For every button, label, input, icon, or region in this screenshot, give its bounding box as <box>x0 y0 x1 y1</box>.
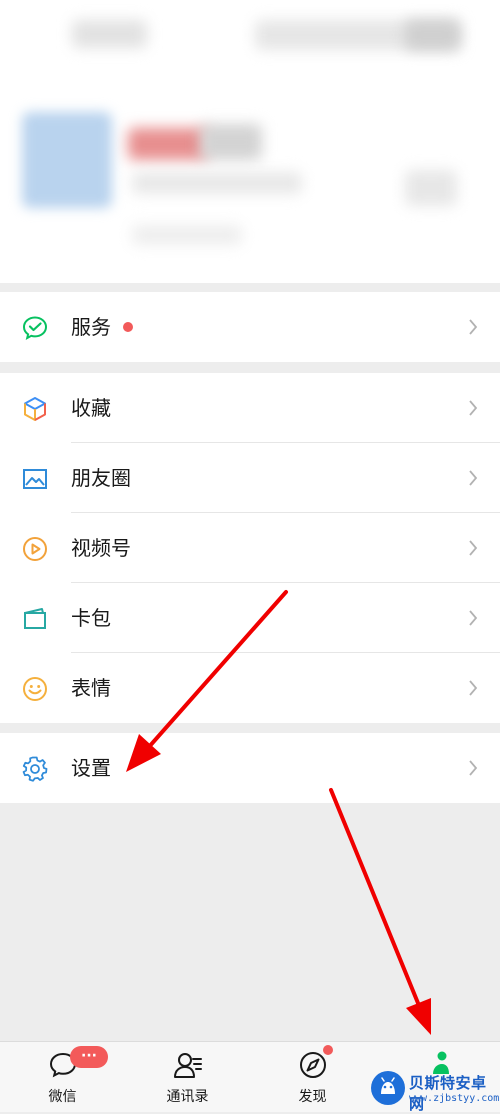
profile-header[interactable] <box>0 0 500 283</box>
discover-red-dot <box>323 1045 333 1055</box>
channels-play-icon <box>23 537 47 561</box>
blurred-qr-code[interactable] <box>405 170 457 206</box>
main-menu-group: 收藏 朋友圈 视频号 卡包 表情 <box>0 373 500 723</box>
chevron-right-icon <box>469 400 478 416</box>
chevron-right-icon <box>469 680 478 696</box>
tab-contacts-label: 通讯录 <box>166 1089 209 1105</box>
tab-chats[interactable]: ··· 微信 <box>0 1042 125 1112</box>
moments-label: 朋友圈 <box>71 466 131 490</box>
tab-discover[interactable]: 发现 <box>250 1042 375 1112</box>
avatar[interactable] <box>22 112 112 208</box>
menu-item-channels[interactable]: 视频号 <box>0 513 500 583</box>
contacts-icon <box>173 1053 202 1078</box>
chevron-right-icon <box>469 760 478 776</box>
tab-discover-label: 发现 <box>298 1089 327 1105</box>
menu-item-cards[interactable]: 卡包 <box>0 583 500 653</box>
blurred-status-right-2 <box>405 20 460 50</box>
blurred-status-button[interactable] <box>132 225 242 245</box>
chevron-right-icon <box>469 319 478 335</box>
chats-unread-badge: ··· <box>70 1046 108 1068</box>
menu-item-favorites[interactable]: 收藏 <box>0 373 500 443</box>
settings-label: 设置 <box>71 756 111 780</box>
channels-label: 视频号 <box>71 536 131 560</box>
sticker-smiley-icon <box>23 677 47 701</box>
chevron-right-icon <box>469 470 478 486</box>
moments-picture-icon <box>23 469 47 489</box>
gear-icon <box>22 756 48 782</box>
card-wallet-icon <box>24 608 46 629</box>
blurred-nickname <box>128 128 208 160</box>
blurred-wechat-id <box>132 172 302 194</box>
stickers-label: 表情 <box>71 676 111 700</box>
menu-item-moments[interactable]: 朋友圈 <box>0 443 500 513</box>
favorites-label: 收藏 <box>71 396 111 420</box>
service-label: 服务 <box>71 315 111 339</box>
blurred-nickname-2 <box>200 124 262 160</box>
menu-item-stickers[interactable]: 表情 <box>0 653 500 723</box>
settings-group: 设置 <box>0 733 500 803</box>
arrow-to-me-tab <box>329 788 431 1035</box>
tab-chats-label: 微信 <box>48 1089 77 1105</box>
watermark-url: www.zjbstyy.com <box>409 1093 500 1104</box>
tab-contacts[interactable]: 通讯录 <box>125 1042 250 1112</box>
blurred-status-left <box>72 20 147 48</box>
menu-item-settings[interactable]: 设置 <box>0 733 500 803</box>
favorites-cube-icon <box>24 397 46 421</box>
wechat-pay-icon <box>22 316 48 340</box>
watermark-logo-icon <box>371 1071 405 1105</box>
compass-icon <box>299 1052 326 1078</box>
service-red-dot <box>123 322 133 332</box>
chevron-right-icon <box>469 540 478 556</box>
chevron-right-icon <box>469 610 478 626</box>
menu-item-service[interactable]: 服务 <box>0 292 500 362</box>
service-group: 服务 <box>0 292 500 362</box>
site-watermark: 贝斯特安卓网 www.zjbstyy.com <box>368 1068 500 1113</box>
cards-label: 卡包 <box>71 606 111 630</box>
